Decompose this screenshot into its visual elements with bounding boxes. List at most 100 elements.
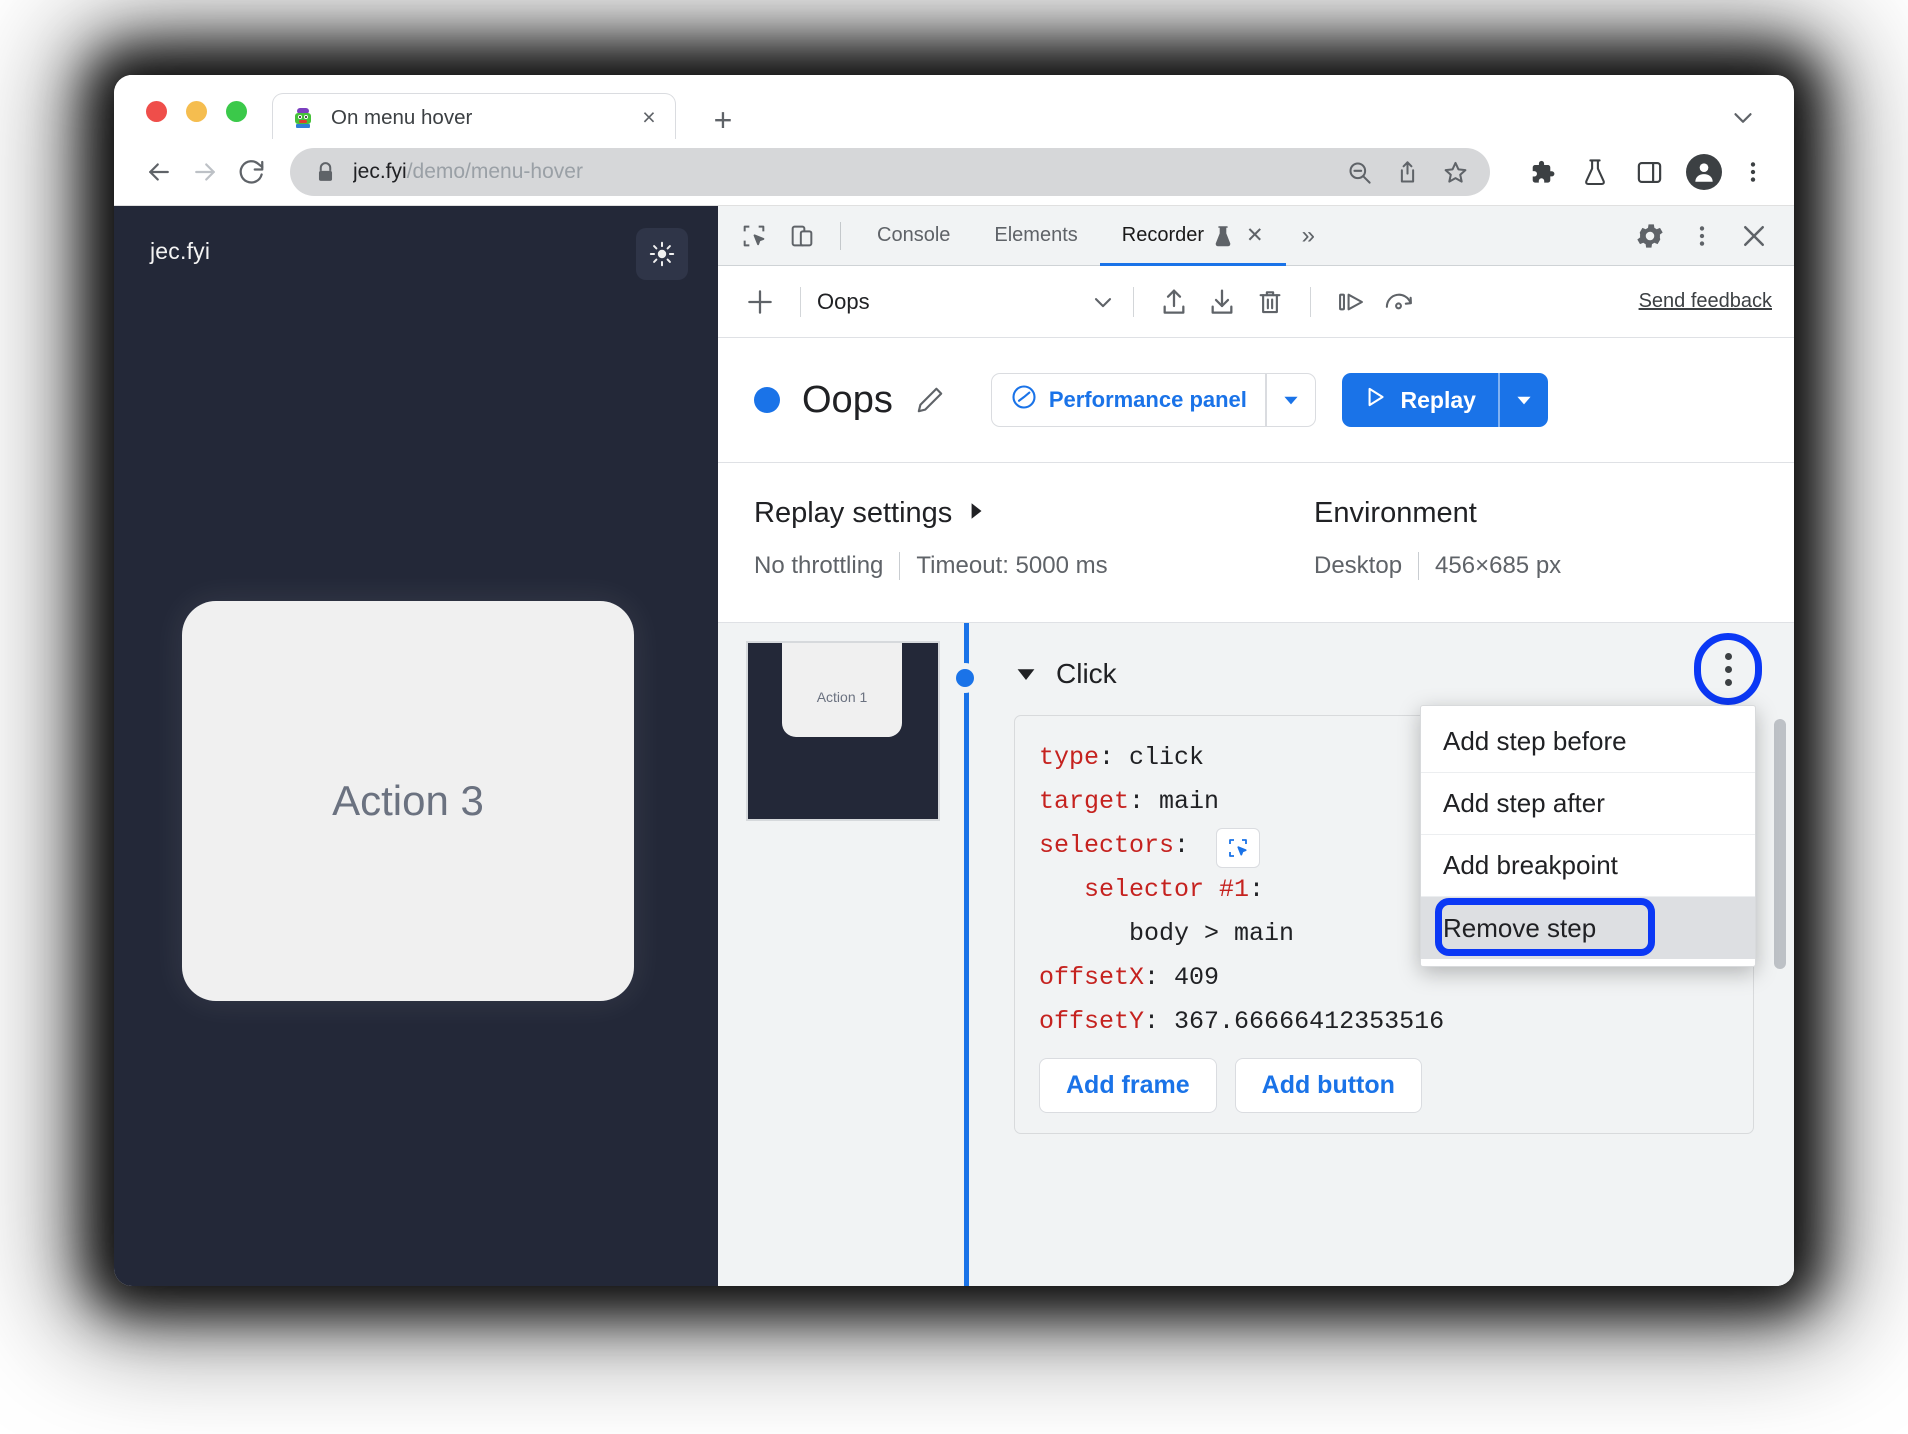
timeout-value: Timeout: 5000 ms (899, 552, 1123, 580)
environment-viewport: 456×685 px (1418, 552, 1577, 580)
performance-panel-dropdown-arrow[interactable] (1267, 374, 1315, 426)
theme-toggle-button[interactable] (636, 228, 688, 280)
device-toolbar-icon[interactable] (778, 214, 826, 258)
address-bar[interactable]: jec.fyi/demo/menu-hover (290, 148, 1490, 196)
share-icon[interactable] (1392, 157, 1422, 187)
devtools-close-icon[interactable] (1728, 210, 1780, 262)
menu-item-remove-step[interactable]: Remove step (1421, 897, 1755, 959)
environment-title: Environment (1314, 497, 1477, 529)
replay-button-main[interactable]: Replay (1342, 373, 1498, 427)
back-button[interactable] (136, 149, 182, 195)
menu-item-add-step-before[interactable]: Add step before (1421, 711, 1755, 773)
replay-settings-header[interactable]: Replay settings (754, 497, 1314, 530)
create-recording-button[interactable] (736, 278, 784, 326)
steps-scrollbar[interactable] (1774, 719, 1786, 969)
add-button-button[interactable]: Add button (1234, 1058, 1422, 1113)
chevron-down-icon[interactable] (1728, 103, 1758, 133)
zoom-out-icon[interactable] (1344, 157, 1374, 187)
code-sep: : (1249, 875, 1265, 904)
tab-console[interactable]: Console (855, 206, 972, 266)
menu-item-label: Add breakpoint (1443, 850, 1618, 880)
new-tab-button[interactable]: + (706, 103, 740, 137)
more-tabs-icon[interactable]: » (1286, 206, 1331, 266)
extensions-icon[interactable] (1518, 149, 1564, 195)
tab-recorder[interactable]: Recorder ✕ (1099, 206, 1286, 266)
devtools-flask-icon[interactable] (1572, 149, 1618, 195)
replay-settings-section: Replay settings No throttling Timeout: 5… (754, 497, 1314, 622)
profile-avatar[interactable] (1686, 154, 1722, 190)
environment-section: Environment Desktop 456×685 px (1314, 497, 1758, 622)
minimize-window-button[interactable] (186, 101, 207, 122)
code-key: type (1039, 743, 1100, 772)
tab-strip: On menu hover × + (114, 75, 1794, 141)
send-feedback-link[interactable]: Send feedback (1639, 290, 1772, 313)
lock-icon (316, 161, 335, 183)
action-card[interactable]: Action 3 (182, 601, 634, 1001)
tab-elements[interactable]: Elements (972, 206, 1099, 266)
delete-recording-icon[interactable] (1246, 278, 1294, 326)
step-over-icon[interactable] (1327, 278, 1375, 326)
devtools-tab-bar: Console Elements Recorder ✕ » (718, 206, 1794, 266)
experiment-flask-icon (1213, 224, 1233, 248)
close-icon[interactable]: × (637, 106, 661, 130)
performance-panel-button[interactable]: Performance panel (990, 373, 1316, 427)
settings-strip: Replay settings No throttling Timeout: 5… (718, 463, 1794, 623)
recording-title: Oops (802, 378, 893, 421)
devtools-more-options-icon[interactable] (1676, 210, 1728, 262)
add-frame-button[interactable]: Add frame (1039, 1058, 1217, 1113)
environment-header: Environment (1314, 497, 1758, 530)
toolbar-divider (1310, 286, 1311, 317)
replay-speed-icon[interactable] (1375, 278, 1423, 326)
devtools-panel: Console Elements Recorder ✕ » Oops Send … (718, 206, 1794, 1286)
close-window-button[interactable] (146, 101, 167, 122)
selector-picker-icon[interactable] (1216, 828, 1261, 868)
step-screenshot[interactable]: Action 1 (746, 641, 940, 821)
triangle-down-icon[interactable] (1014, 662, 1038, 686)
menu-item-label: Remove step (1443, 912, 1597, 943)
code-value: body > main (1129, 919, 1295, 948)
forward-button[interactable] (182, 149, 228, 195)
site-brand: jec.fyi (150, 238, 211, 264)
browser-toolbar: jec.fyi/demo/menu-hover (114, 139, 1794, 205)
menu-item-add-breakpoint[interactable]: Add breakpoint (1421, 835, 1755, 897)
browser-window: On menu hover × + jec.fyi/demo/menu-hove… (114, 75, 1794, 1286)
step-header[interactable]: Click (1014, 649, 1754, 699)
recorder-toolbar: Oops Send feedback (718, 266, 1794, 338)
tab-console-label: Console (877, 224, 951, 246)
recording-selector[interactable]: Oops (817, 288, 1117, 316)
url-host: jec.fyi (353, 160, 407, 183)
export-recording-icon[interactable] (1150, 278, 1198, 326)
performance-panel-label: Performance panel (1048, 387, 1247, 412)
chevron-right-icon (966, 497, 986, 530)
environment-device: Desktop (1314, 552, 1403, 579)
edit-pencil-icon[interactable] (913, 383, 947, 417)
replay-button[interactable]: Replay (1341, 373, 1548, 427)
code-sep: : (1129, 787, 1160, 816)
reload-button[interactable] (228, 149, 274, 195)
performance-panel-button-main[interactable]: Performance panel (992, 374, 1265, 426)
inspect-element-icon[interactable] (730, 214, 778, 258)
menu-item-add-step-after[interactable]: Add step after (1421, 773, 1755, 835)
toolbar-divider (1133, 286, 1134, 317)
chevron-down-icon (1089, 288, 1117, 316)
recording-status-dot (754, 387, 780, 413)
step-header-label: Click (1056, 658, 1117, 689)
step-detail-column: Click type: click target: main selectors… (970, 623, 1794, 1286)
browser-tab[interactable]: On menu hover × (272, 93, 676, 141)
import-recording-icon[interactable] (1198, 278, 1246, 326)
close-recorder-tab-icon[interactable]: ✕ (1246, 225, 1264, 246)
maximize-window-button[interactable] (226, 101, 247, 122)
throttling-value: No throttling (754, 552, 884, 579)
code-value: 409 (1174, 963, 1220, 992)
menu-item-label: Add step before (1443, 726, 1627, 756)
replay-dropdown-arrow[interactable] (1500, 373, 1548, 427)
devtools-tabbar-actions (1624, 210, 1794, 262)
page-viewport: jec.fyi Action 3 (114, 206, 718, 1286)
tab-title: On menu hover (331, 105, 473, 129)
chrome-menu-icon[interactable] (1730, 149, 1776, 195)
play-icon (1362, 384, 1388, 416)
bookmark-star-icon[interactable] (1440, 157, 1470, 187)
speedometer-icon (1010, 383, 1038, 417)
devtools-settings-gear-icon[interactable] (1624, 210, 1676, 262)
side-panel-icon[interactable] (1626, 149, 1672, 195)
